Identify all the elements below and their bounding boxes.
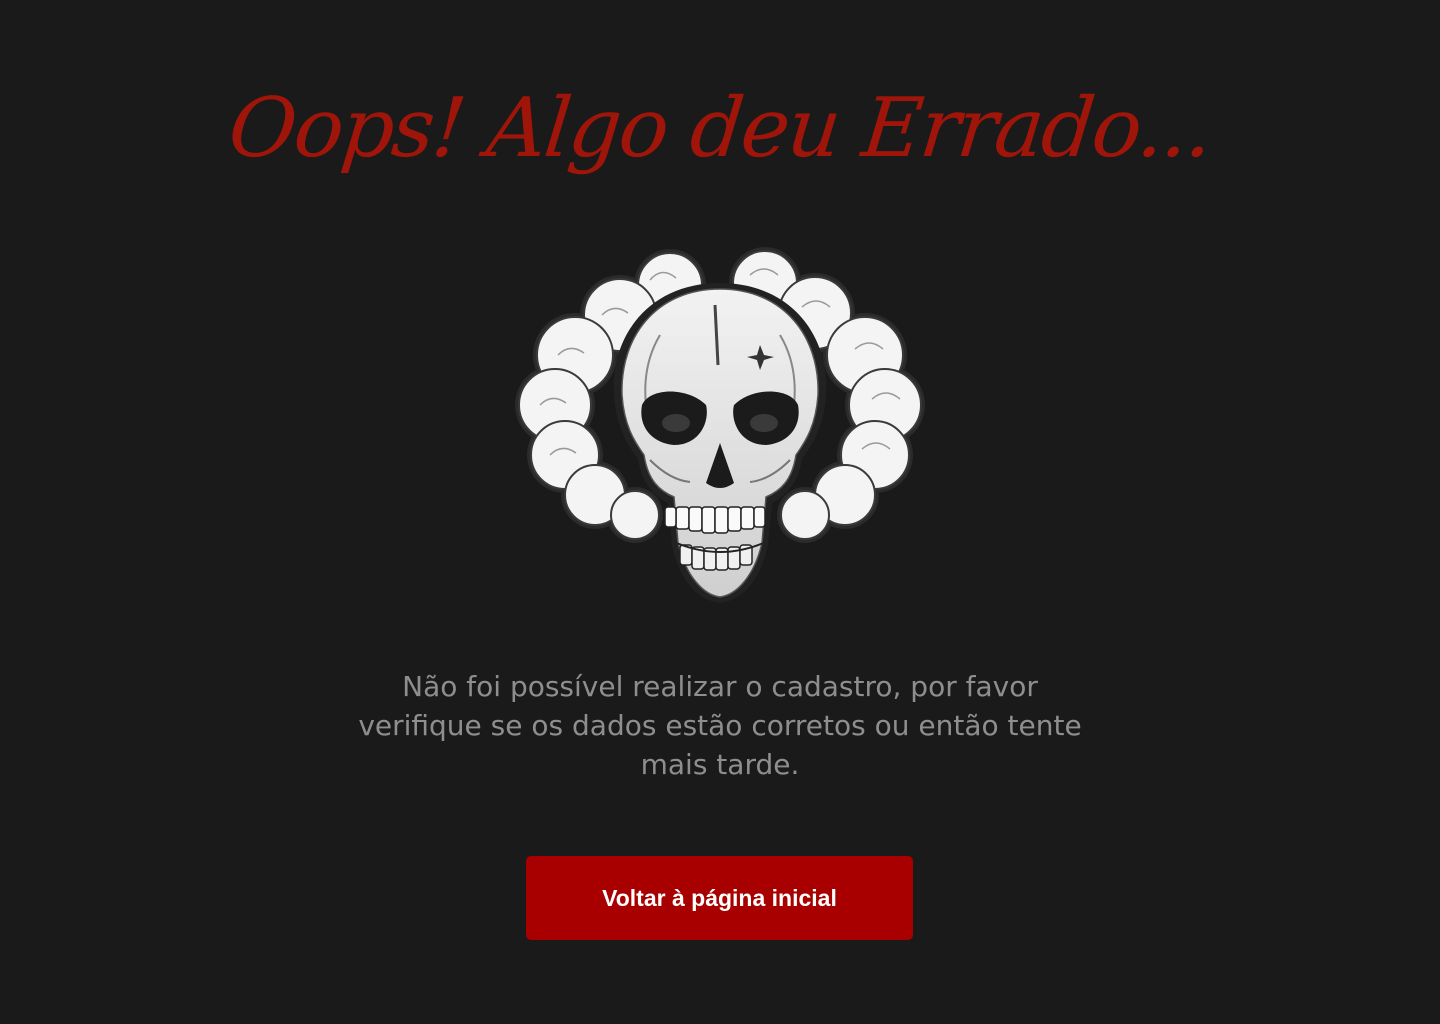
error-message: Não foi possível realizar o cadastro, po… [358, 670, 1082, 781]
page-title: Oops! Algo deu Errado... [224, 81, 1216, 176]
error-page: Oops! Algo deu Errado... Não foi possíve… [0, 0, 1440, 1024]
skull-smoke-icon [510, 245, 930, 610]
back-to-home-button[interactable]: Voltar à página inicial [526, 856, 913, 940]
